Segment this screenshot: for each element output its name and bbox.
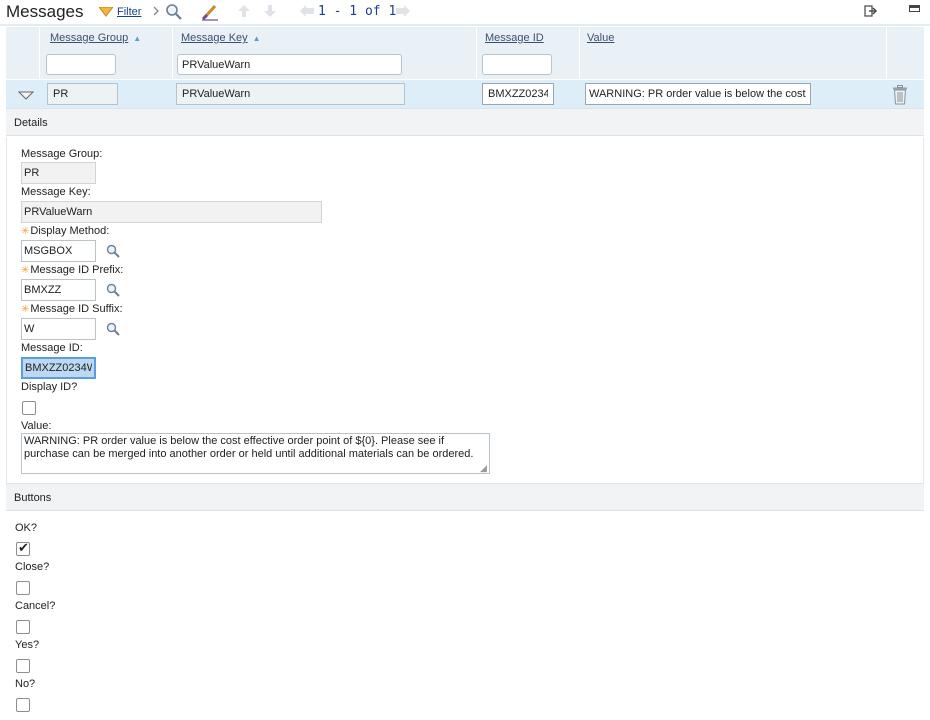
message-id-suffix-lookup-icon[interactable] <box>106 322 120 336</box>
delete-row-icon[interactable] <box>891 85 909 105</box>
buttons-section-title: Buttons <box>14 492 52 504</box>
page-next-icon[interactable] <box>395 4 411 18</box>
export-icon[interactable] <box>864 5 878 17</box>
column-header-label: Message Key <box>181 32 248 44</box>
yes-checkbox[interactable] <box>16 659 30 673</box>
arrow-down-icon[interactable] <box>263 4 277 18</box>
display-method-label: ✳Display Method: <box>21 225 109 237</box>
toolbar-divider <box>0 24 930 26</box>
column-header-label: Message Group <box>50 32 129 44</box>
ok-checkbox[interactable]: ✔ <box>16 540 30 556</box>
message-group-field[interactable] <box>21 162 96 184</box>
buttons-section-header[interactable]: Buttons <box>6 483 924 511</box>
ok-label: OK? <box>15 522 38 534</box>
message-id-prefix-label: ✳Message ID Prefix: <box>21 264 123 276</box>
row-message-group[interactable] <box>47 83 118 105</box>
column-divider <box>39 27 40 79</box>
column-divider <box>476 27 477 79</box>
arrow-up-icon[interactable] <box>237 4 251 18</box>
column-header-message-group[interactable]: Message Group ▲ <box>50 32 141 44</box>
message-id-field[interactable] <box>21 357 96 379</box>
clear-filter-icon[interactable] <box>201 3 219 21</box>
message-group-label: Message Group: <box>21 148 103 160</box>
column-divider <box>579 27 580 79</box>
sort-icon[interactable]: ▲ <box>253 34 261 43</box>
row-message-id[interactable] <box>482 83 554 105</box>
display-id-label: Display ID? <box>21 381 78 393</box>
close-label: Close? <box>15 561 50 573</box>
yes-label: Yes? <box>15 639 40 651</box>
message-key-field[interactable] <box>21 201 322 223</box>
value-textarea[interactable]: WARNING: PR order value is below the cos… <box>21 433 490 474</box>
message-id-prefix-label-text: Message ID Prefix: <box>30 264 124 276</box>
filter-message-group-input[interactable] <box>46 54 116 75</box>
details-section-title: Details <box>14 117 48 129</box>
display-method-label-text: Display Method: <box>30 225 110 237</box>
filter-icon[interactable] <box>99 7 113 17</box>
row-value[interactable] <box>585 83 811 105</box>
required-icon: ✳ <box>21 226 30 237</box>
column-divider <box>886 27 887 79</box>
grid-header: Message Group ▲ Message Key ▲ Message ID V… <box>6 27 924 79</box>
table-row[interactable] <box>6 80 924 108</box>
details-section-header[interactable]: Details <box>6 108 924 136</box>
column-header-message-key[interactable]: Message Key ▲ <box>181 32 261 44</box>
cancel-label: Cancel? <box>15 600 56 612</box>
filter-message-id-input[interactable] <box>482 54 552 75</box>
required-icon: ✳ <box>21 265 30 276</box>
display-method-lookup-icon[interactable] <box>106 244 120 258</box>
chevron-right-icon[interactable] <box>152 6 160 16</box>
search-icon[interactable] <box>165 3 183 21</box>
collapse-icon[interactable] <box>909 5 920 13</box>
message-id-prefix-lookup-icon[interactable] <box>106 283 120 297</box>
column-header-value[interactable]: Value <box>587 32 614 44</box>
row-message-key[interactable] <box>176 83 405 105</box>
display-method-field[interactable] <box>21 240 96 262</box>
message-id-suffix-field[interactable] <box>21 318 96 340</box>
expand-row-icon[interactable] <box>18 91 34 100</box>
message-id-prefix-field[interactable] <box>21 279 96 301</box>
details-panel: Message Group: Message Key: ✳Display Met… <box>6 137 924 483</box>
page-title: Messages <box>6 2 84 21</box>
no-label: No? <box>15 678 36 690</box>
column-divider <box>172 27 173 79</box>
filter-link[interactable]: Filter <box>117 6 141 18</box>
message-id-suffix-label: ✳Message ID Suffix: <box>21 303 123 315</box>
message-key-label: Message Key: <box>21 186 91 198</box>
no-checkbox[interactable] <box>16 698 30 712</box>
sort-icon[interactable]: ▲ <box>133 34 141 43</box>
close-checkbox[interactable] <box>16 581 30 595</box>
pager-text: 1 - 1 of 1 <box>318 4 397 19</box>
value-label: Value: <box>21 420 52 432</box>
filter-message-key-input[interactable] <box>177 54 402 75</box>
cancel-checkbox[interactable] <box>16 620 30 634</box>
page-prev-icon[interactable] <box>299 4 315 18</box>
column-header-message-id[interactable]: Message ID <box>485 32 544 44</box>
checkmark-icon: ✔ <box>18 540 29 555</box>
message-id-label: Message ID: <box>21 342 83 354</box>
display-id-checkbox[interactable] <box>22 401 36 415</box>
resize-grip-icon[interactable]: ◢ <box>480 463 487 474</box>
required-icon: ✳ <box>21 304 30 315</box>
message-id-suffix-label-text: Message ID Suffix: <box>30 303 123 315</box>
